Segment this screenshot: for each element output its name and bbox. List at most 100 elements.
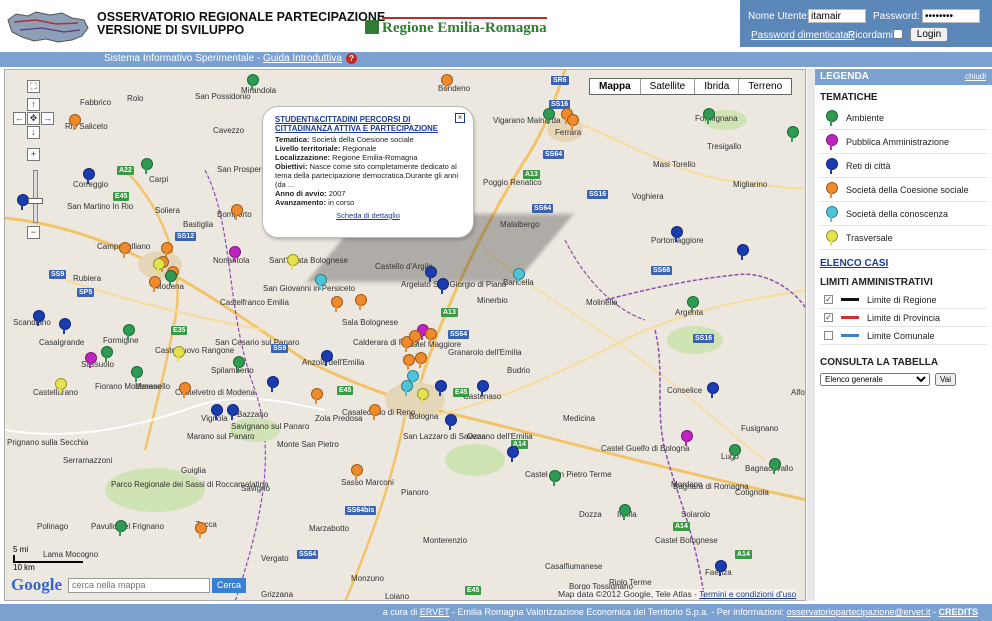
map-marker-icon[interactable]	[435, 380, 447, 396]
pan-down-icon[interactable]: ↓	[27, 126, 40, 139]
map-marker-icon[interactable]	[17, 194, 29, 210]
map-marker-icon[interactable]	[403, 354, 415, 370]
map-marker-icon[interactable]	[445, 414, 457, 430]
map-marker-icon[interactable]	[247, 74, 259, 90]
map-marker-icon[interactable]	[425, 328, 437, 344]
map-marker-icon[interactable]	[195, 522, 207, 538]
map-marker-icon[interactable]	[369, 404, 381, 420]
elenco-casi-link[interactable]: ELENCO CASI	[820, 258, 987, 269]
map-marker-icon[interactable]	[687, 296, 699, 312]
map-marker-icon[interactable]	[153, 258, 165, 274]
credits-link[interactable]: CREDITS	[938, 607, 978, 617]
map-canvas[interactable]: Fabbrico Rolo San Possidonio Mirandola Bonde…	[4, 69, 806, 601]
map-marker-icon[interactable]	[55, 378, 67, 394]
map-marker-icon[interactable]	[101, 346, 113, 362]
limite-checkbox[interactable]: ✓	[824, 295, 833, 304]
map-marker-icon[interactable]	[355, 294, 367, 310]
google-logo[interactable]: Google	[11, 575, 62, 595]
map-marker-icon[interactable]	[707, 382, 719, 398]
ervet-link[interactable]: ERVET	[420, 607, 450, 617]
zoom-in-icon[interactable]: +	[27, 148, 40, 161]
map-type-satellite[interactable]: Satellite	[639, 79, 695, 94]
zoom-slider-track[interactable]	[33, 170, 38, 223]
map-marker-icon[interactable]	[233, 356, 245, 372]
map-marker-icon[interactable]	[321, 350, 333, 366]
map-marker-icon[interactable]	[85, 352, 97, 368]
guide-link[interactable]: Guida Introduttiva	[263, 53, 342, 64]
username-input[interactable]	[808, 9, 866, 23]
tematica-item[interactable]: Ambiente	[820, 106, 987, 130]
map-marker-icon[interactable]	[173, 346, 185, 362]
panel-divider[interactable]	[807, 69, 815, 601]
map-type-mappa[interactable]: Mappa	[590, 79, 640, 94]
map-type-ibrida[interactable]: Ibrida	[694, 79, 738, 94]
map-marker-icon[interactable]	[331, 296, 343, 312]
map-marker-icon[interactable]	[131, 366, 143, 382]
map-marker-icon[interactable]	[119, 242, 131, 258]
map-marker-icon[interactable]	[417, 388, 429, 404]
map-type-terreno[interactable]: Terreno	[738, 79, 791, 94]
login-button[interactable]: Login	[910, 27, 948, 42]
map-marker-icon[interactable]	[401, 380, 413, 396]
pan-left-icon[interactable]: ←	[13, 112, 26, 125]
map-marker-icon[interactable]	[477, 380, 489, 396]
map-marker-icon[interactable]	[165, 270, 177, 286]
map-marker-icon[interactable]	[441, 74, 453, 90]
map-marker-icon[interactable]	[549, 470, 561, 486]
map-marker-icon[interactable]	[311, 388, 323, 404]
email-link[interactable]: osservatoriopartecipazione@ervet.it	[787, 607, 931, 617]
zoom-out-icon[interactable]: −	[27, 226, 40, 239]
password-input[interactable]	[922, 9, 980, 23]
map-marker-icon[interactable]	[769, 458, 781, 474]
map-marker-icon[interactable]	[123, 324, 135, 340]
map-marker-icon[interactable]	[227, 404, 239, 420]
map-marker-icon[interactable]	[149, 276, 161, 292]
popup-title[interactable]: STUDENTI&CITTADINI PERCORSI DI CITTADINA…	[275, 115, 461, 133]
limite-checkbox[interactable]	[824, 331, 833, 340]
detail-link[interactable]: Scheda di dettaglio	[275, 211, 461, 220]
map-marker-icon[interactable]	[287, 254, 299, 270]
map-marker-icon[interactable]	[141, 158, 153, 174]
fullscreen-icon[interactable]: ⛶	[27, 80, 40, 93]
map-marker-icon[interactable]	[115, 520, 127, 536]
map-marker-icon[interactable]	[179, 382, 191, 398]
legend-close-link[interactable]: chiudi	[965, 72, 986, 81]
map-marker-icon[interactable]	[737, 244, 749, 260]
map-marker-icon[interactable]	[787, 126, 799, 142]
map-marker-icon[interactable]	[671, 226, 683, 242]
zoom-slider-handle[interactable]	[28, 198, 43, 204]
map-marker-icon[interactable]	[59, 318, 71, 334]
map-marker-icon[interactable]	[33, 310, 45, 326]
help-icon[interactable]: ?	[345, 53, 357, 64]
map-marker-icon[interactable]	[681, 430, 693, 446]
map-marker-icon[interactable]	[409, 330, 421, 346]
tematica-item[interactable]: Società della conoscenza	[820, 202, 987, 226]
pan-up-icon[interactable]: ↑	[27, 98, 40, 111]
map-marker-icon[interactable]	[69, 114, 81, 130]
map-marker-icon[interactable]	[229, 246, 241, 262]
map-marker-icon[interactable]	[507, 446, 519, 462]
tematica-item[interactable]: Trasversale	[820, 226, 987, 250]
map-marker-icon[interactable]	[415, 352, 427, 368]
map-marker-icon[interactable]	[513, 268, 525, 284]
map-marker-icon[interactable]	[231, 204, 243, 220]
pan-center-icon[interactable]: ✥	[27, 112, 40, 125]
map-marker-icon[interactable]	[567, 114, 579, 130]
map-search-input[interactable]	[68, 577, 210, 593]
tabella-select[interactable]: Elenco generale	[820, 373, 930, 386]
tematica-item[interactable]: Reti di città	[820, 154, 987, 178]
tematica-item[interactable]: Pubblica Amministrazione	[820, 130, 987, 154]
map-marker-icon[interactable]	[351, 464, 363, 480]
map-marker-icon[interactable]	[715, 560, 727, 576]
close-icon[interactable]: ×	[455, 113, 465, 123]
map-marker-icon[interactable]	[619, 504, 631, 520]
map-marker-icon[interactable]	[425, 266, 437, 282]
pan-right-icon[interactable]: →	[41, 112, 54, 125]
map-search-button[interactable]: Cerca	[212, 577, 247, 593]
map-marker-icon[interactable]	[267, 376, 279, 392]
remember-checkbox[interactable]	[893, 29, 903, 39]
vai-button[interactable]: Vai	[935, 373, 956, 386]
map-marker-icon[interactable]	[211, 404, 223, 420]
terms-link[interactable]: Termini e condizioni d'uso	[699, 589, 796, 599]
limite-checkbox[interactable]: ✓	[824, 313, 833, 322]
